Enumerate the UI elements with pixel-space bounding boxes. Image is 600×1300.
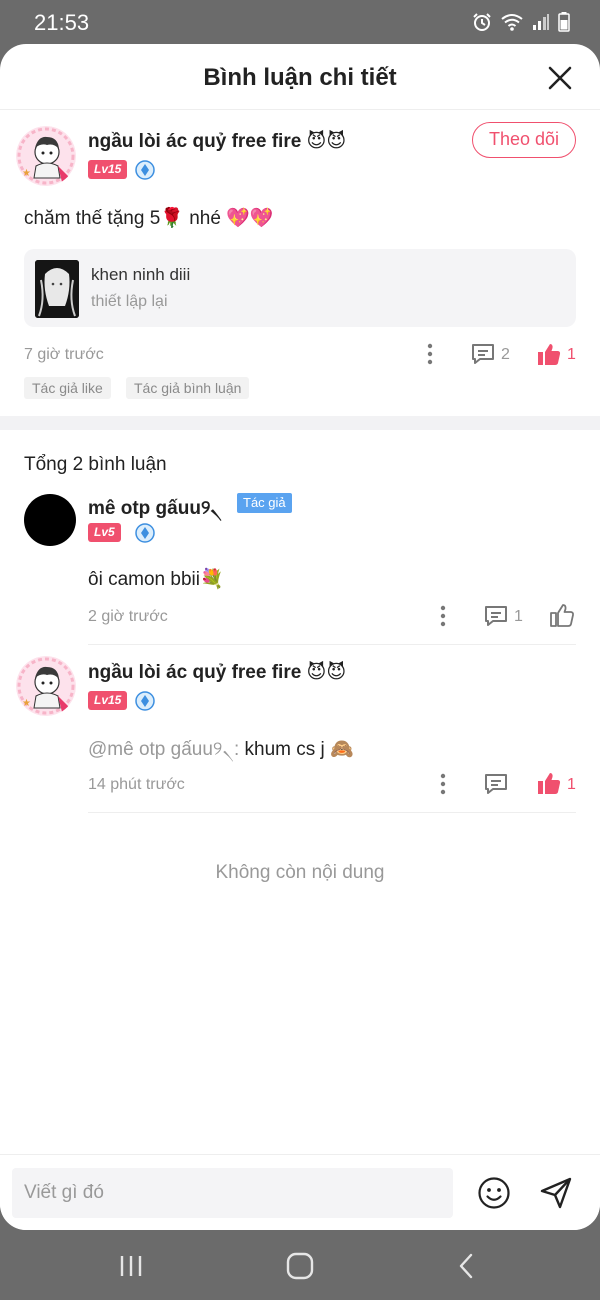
wifi-icon bbox=[501, 14, 523, 31]
reply-username[interactable]: ngầu lòi ác quỷ free fire 😈😈 bbox=[88, 661, 346, 684]
reply-body: khum cs j 🙈 bbox=[239, 739, 354, 760]
thumbnail-image bbox=[35, 260, 79, 318]
avatar[interactable]: ★ bbox=[16, 126, 76, 186]
comment-username[interactable]: ngầu lòi ác quỷ free fire 😈😈 bbox=[88, 130, 346, 153]
like-icon-active[interactable] bbox=[536, 341, 562, 367]
referenced-post-card[interactable]: khen ninh diii thiết lập lại bbox=[24, 249, 576, 327]
reply-time: 14 phút trước bbox=[88, 776, 185, 793]
like-icon-active[interactable] bbox=[536, 770, 562, 796]
end-of-content-label: Không còn nội dung bbox=[215, 862, 385, 883]
post-title: khen ninh diii bbox=[91, 265, 191, 284]
level-badge: Lv15 bbox=[88, 691, 128, 710]
anime-avatar-image: ★ bbox=[16, 656, 76, 716]
emoji-icon[interactable] bbox=[477, 1176, 511, 1210]
home-icon[interactable] bbox=[285, 1252, 315, 1280]
reply-icon[interactable] bbox=[483, 604, 509, 628]
tag-author-commented: Tác giả bình luận bbox=[126, 377, 250, 399]
post-subtitle: thiết lập lại bbox=[91, 293, 168, 310]
comment-text: chăm thế tặng 5🌹 nhé 💖💖 bbox=[24, 208, 274, 229]
comment-time: 7 giờ trước bbox=[24, 346, 104, 363]
like-icon[interactable] bbox=[549, 602, 575, 628]
anime-avatar-image: ★ bbox=[16, 126, 76, 186]
like-count: 1 bbox=[567, 346, 576, 363]
comment-detail-sheet: Bình luận chi tiết ★ ngầu lòi ác quỷ fre… bbox=[0, 44, 600, 1230]
tag-author-liked: Tác giả like bbox=[24, 377, 111, 399]
total-comments-label: Tổng 2 bình luận bbox=[24, 454, 167, 475]
comment-input[interactable] bbox=[12, 1168, 453, 1218]
page-title: Bình luận chi tiết bbox=[203, 64, 397, 91]
avatar[interactable] bbox=[24, 494, 76, 546]
send-icon[interactable] bbox=[538, 1175, 574, 1211]
reply-icon[interactable] bbox=[483, 772, 509, 796]
more-options-icon[interactable] bbox=[438, 773, 448, 795]
reply-time: 2 giờ trước bbox=[88, 608, 168, 625]
status-bar: 21:53 bbox=[0, 0, 600, 44]
author-badge: Tác giả bbox=[237, 493, 292, 513]
more-options-icon[interactable] bbox=[438, 605, 448, 627]
post-thumbnail bbox=[35, 260, 79, 318]
battery-icon bbox=[558, 12, 570, 32]
reply-text: @mê otp gấuu୨৲: khum cs j 🙈 bbox=[88, 735, 354, 767]
close-icon[interactable] bbox=[546, 64, 574, 92]
svg-text:★: ★ bbox=[22, 168, 31, 179]
recent-apps-icon[interactable] bbox=[118, 1254, 144, 1278]
reply-username[interactable]: mê otp gấuu୨৲ bbox=[88, 494, 222, 526]
reply-divider bbox=[88, 812, 576, 813]
system-nav-bar bbox=[0, 1230, 600, 1300]
reply-count: 1 bbox=[514, 608, 523, 625]
gem-badge-icon bbox=[135, 523, 155, 543]
mention-link[interactable]: @mê otp gấuu୨৲: bbox=[88, 739, 239, 760]
svg-text:★: ★ bbox=[22, 698, 31, 709]
level-badge: Lv15 bbox=[88, 160, 128, 179]
reply-divider bbox=[88, 644, 576, 645]
sheet-header: Bình luận chi tiết bbox=[0, 44, 600, 110]
reply-count: 2 bbox=[501, 346, 510, 363]
avatar[interactable]: ★ bbox=[16, 656, 76, 716]
section-divider bbox=[0, 416, 600, 430]
status-time: 21:53 bbox=[34, 10, 90, 35]
gem-badge-icon bbox=[135, 160, 155, 180]
alarm-icon bbox=[473, 13, 491, 31]
reply-text: ôi camon bbii💐 bbox=[88, 569, 224, 590]
level-badge: Lv5 bbox=[88, 523, 121, 542]
reply-icon[interactable] bbox=[470, 342, 496, 366]
gem-badge-icon bbox=[135, 691, 155, 711]
more-options-icon[interactable] bbox=[425, 343, 435, 365]
back-icon[interactable] bbox=[456, 1252, 476, 1280]
like-count: 1 bbox=[567, 776, 576, 793]
signal-icon bbox=[533, 14, 549, 30]
comment-composer bbox=[0, 1154, 600, 1230]
status-icons bbox=[472, 12, 570, 32]
follow-button[interactable]: Theo dõi bbox=[472, 122, 576, 158]
